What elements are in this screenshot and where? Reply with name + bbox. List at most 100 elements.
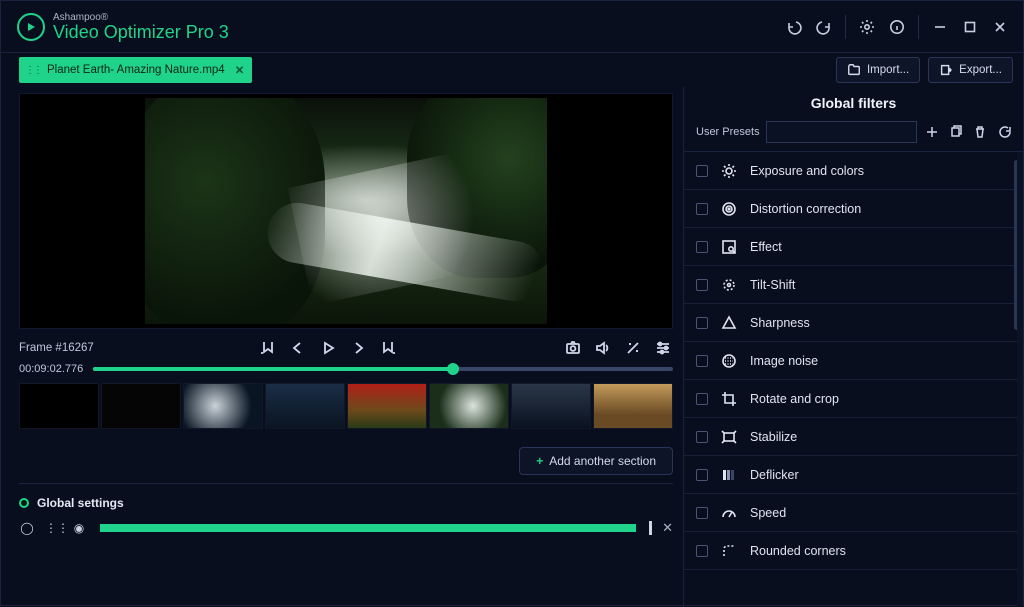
filter-checkbox[interactable] bbox=[696, 507, 708, 519]
filter-checkbox[interactable] bbox=[696, 431, 708, 443]
export-label: Export... bbox=[959, 64, 1002, 76]
preset-select[interactable] bbox=[766, 121, 917, 143]
grip-icon[interactable]: ⋮⋮ bbox=[45, 521, 61, 535]
global-settings-title: Global settings bbox=[37, 496, 124, 510]
magic-button[interactable] bbox=[623, 338, 643, 358]
seek-slider[interactable] bbox=[93, 367, 673, 371]
window-maximize-button[interactable] bbox=[955, 12, 985, 42]
filter-label: Rotate and crop bbox=[750, 392, 839, 406]
filter-checkbox[interactable] bbox=[696, 545, 708, 557]
filter-label: Distortion correction bbox=[750, 202, 861, 216]
filter-checkbox[interactable] bbox=[696, 393, 708, 405]
thumbnail[interactable] bbox=[429, 383, 509, 429]
thumbnail[interactable] bbox=[511, 383, 591, 429]
add-section-button[interactable]: + Add another section bbox=[519, 447, 673, 475]
filter-checkbox[interactable] bbox=[696, 469, 708, 481]
frame-label: Frame #16267 bbox=[19, 342, 94, 354]
mark-in-button[interactable] bbox=[258, 338, 278, 358]
info-button[interactable] bbox=[882, 12, 912, 42]
target-icon bbox=[720, 200, 738, 218]
filter-checkbox[interactable] bbox=[696, 355, 708, 367]
delete-section-button[interactable]: ✕ bbox=[662, 520, 673, 536]
filter-deflicker[interactable]: Deflicker bbox=[684, 456, 1017, 494]
volume-button[interactable] bbox=[593, 338, 613, 358]
redo-button[interactable] bbox=[809, 12, 839, 42]
timecode: 00:09:02.776 bbox=[19, 363, 83, 375]
prev-frame-button[interactable] bbox=[288, 338, 308, 358]
filter-label: Deflicker bbox=[750, 468, 799, 482]
filter-label: Stabilize bbox=[750, 430, 797, 444]
app-logo-icon bbox=[17, 13, 45, 41]
preset-reset-button[interactable] bbox=[995, 123, 1013, 141]
import-button[interactable]: Import... bbox=[836, 57, 920, 83]
window-close-button[interactable] bbox=[985, 12, 1015, 42]
triangle-icon bbox=[720, 314, 738, 332]
mark-out-button[interactable] bbox=[378, 338, 398, 358]
file-tab-label: Planet Earth- Amazing Nature.mp4 bbox=[47, 64, 225, 76]
expand-dot-icon bbox=[19, 498, 29, 508]
window-minimize-button[interactable] bbox=[925, 12, 955, 42]
circle-icon[interactable]: ◯ bbox=[19, 521, 35, 535]
thumbnail[interactable] bbox=[593, 383, 673, 429]
thumbnail[interactable] bbox=[19, 383, 99, 429]
titlebar: Ashampoo® Video Optimizer Pro 3 bbox=[1, 1, 1023, 53]
noise-icon bbox=[720, 352, 738, 370]
preview-area[interactable] bbox=[19, 93, 673, 329]
preview-frame bbox=[145, 98, 547, 324]
filter-exposure-colors[interactable]: Exposure and colors bbox=[684, 152, 1017, 190]
stabilize-icon bbox=[720, 428, 738, 446]
main: Frame #16267 00:09:02.776 bbox=[1, 87, 1023, 607]
close-tab-button[interactable]: ✕ bbox=[235, 63, 245, 77]
filter-rotate-crop[interactable]: Rotate and crop bbox=[684, 380, 1017, 418]
filter-rounded-corners[interactable]: Rounded corners bbox=[684, 532, 1017, 570]
thumbnail[interactable] bbox=[183, 383, 263, 429]
filter-checkbox[interactable] bbox=[696, 241, 708, 253]
add-section-label: Add another section bbox=[549, 454, 656, 468]
filter-distortion[interactable]: Distortion correction bbox=[684, 190, 1017, 228]
preset-copy-button[interactable] bbox=[947, 123, 965, 141]
filter-label: Exposure and colors bbox=[750, 164, 864, 178]
presets-label: User Presets bbox=[696, 126, 760, 138]
snapshot-button[interactable] bbox=[563, 338, 583, 358]
filter-checkbox[interactable] bbox=[696, 279, 708, 291]
settings-button[interactable] bbox=[852, 12, 882, 42]
preset-delete-button[interactable] bbox=[971, 123, 989, 141]
adjust-button[interactable] bbox=[653, 338, 673, 358]
deflicker-icon bbox=[720, 466, 738, 484]
thumbnail-strip[interactable] bbox=[19, 383, 673, 429]
filter-speed[interactable]: Speed bbox=[684, 494, 1017, 532]
export-button[interactable]: Export... bbox=[928, 57, 1013, 83]
filter-stabilize[interactable]: Stabilize bbox=[684, 418, 1017, 456]
range-end-handle[interactable] bbox=[649, 521, 652, 535]
tilt-shift-icon bbox=[720, 276, 738, 294]
seek-thumb[interactable] bbox=[447, 363, 459, 375]
toolbar-row: ⋮⋮ Planet Earth- Amazing Nature.mp4 ✕ Im… bbox=[1, 53, 1023, 87]
filter-effect[interactable]: Effect bbox=[684, 228, 1017, 266]
filter-label: Rounded corners bbox=[750, 544, 846, 558]
scrollbar[interactable] bbox=[1014, 160, 1019, 330]
thumbnail[interactable] bbox=[101, 383, 181, 429]
thumbnail[interactable] bbox=[265, 383, 345, 429]
undo-button[interactable] bbox=[779, 12, 809, 42]
filter-sharpness[interactable]: Sharpness bbox=[684, 304, 1017, 342]
eye-icon[interactable]: ◉ bbox=[71, 521, 87, 535]
section-range-slider[interactable] bbox=[97, 524, 639, 532]
filter-tilt-shift[interactable]: Tilt-Shift bbox=[684, 266, 1017, 304]
thumbnail[interactable] bbox=[347, 383, 427, 429]
file-tab[interactable]: ⋮⋮ Planet Earth- Amazing Nature.mp4 ✕ bbox=[19, 57, 252, 83]
filter-checkbox[interactable] bbox=[696, 203, 708, 215]
rounded-icon bbox=[720, 542, 738, 560]
global-settings-header[interactable]: Global settings bbox=[19, 496, 673, 510]
filters-list: Exposure and colors Distortion correctio… bbox=[684, 152, 1023, 607]
preset-add-button[interactable] bbox=[923, 123, 941, 141]
seek-row: 00:09:02.776 bbox=[19, 363, 673, 375]
filter-checkbox[interactable] bbox=[696, 317, 708, 329]
next-frame-button[interactable] bbox=[348, 338, 368, 358]
app-title: Video Optimizer Pro 3 bbox=[53, 23, 229, 41]
play-button[interactable] bbox=[318, 338, 338, 358]
transport-row: Frame #16267 bbox=[19, 335, 673, 361]
brand: Ashampoo® Video Optimizer Pro 3 bbox=[53, 13, 229, 41]
filter-image-noise[interactable]: Image noise bbox=[684, 342, 1017, 380]
divider bbox=[19, 483, 673, 484]
filter-checkbox[interactable] bbox=[696, 165, 708, 177]
